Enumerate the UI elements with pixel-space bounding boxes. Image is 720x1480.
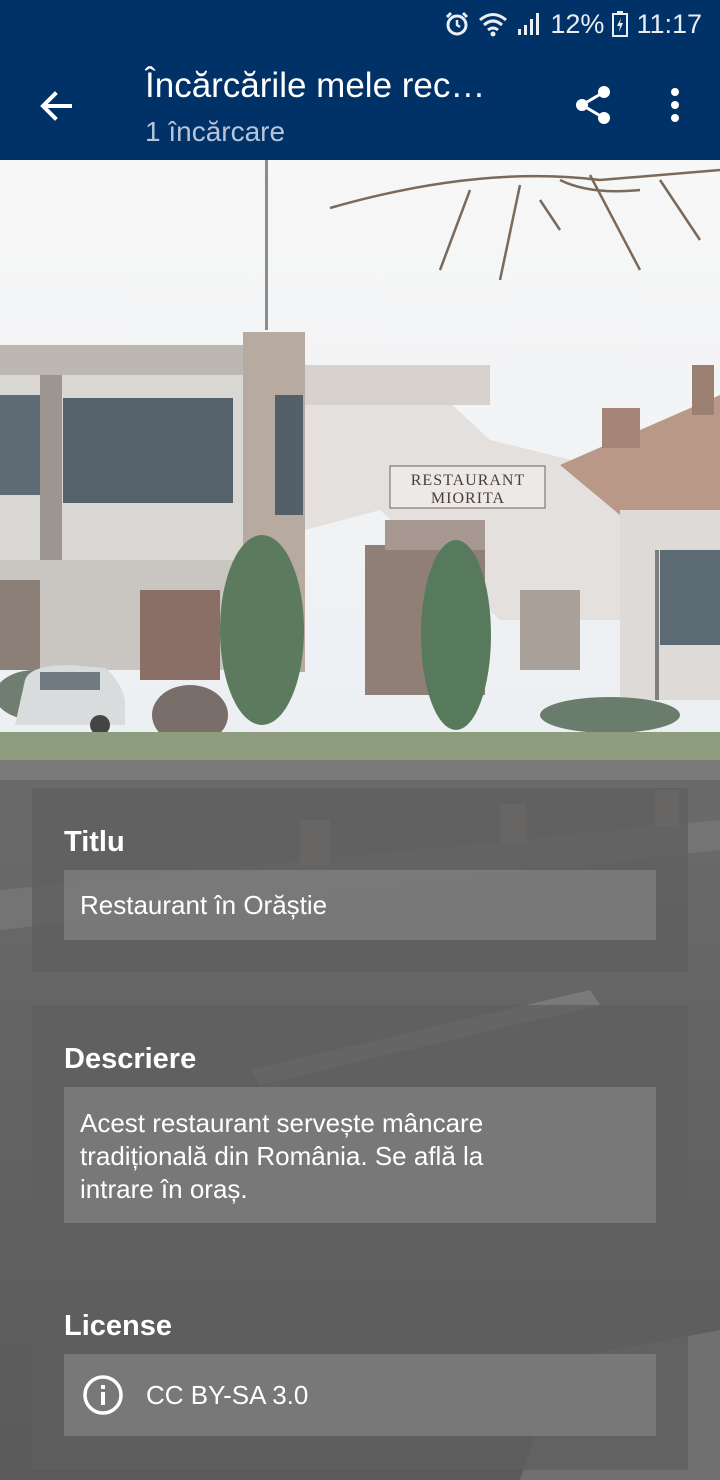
more-vert-icon (671, 88, 679, 122)
title-label: Titlu (64, 826, 125, 858)
license-field[interactable]: CC BY-SA 3.0 (64, 1354, 656, 1436)
title-value: Restaurant în Orăștie (80, 890, 328, 920)
description-label: Descriere (64, 1043, 197, 1075)
battery-percent: 12% (550, 8, 605, 39)
back-button[interactable] (28, 78, 84, 134)
page-title: Încărcările mele rec… (145, 66, 486, 105)
description-value: Acest restaurant servește mâncare tradiț… (80, 1108, 484, 1204)
title-field[interactable]: Restaurant în Orăștie (64, 870, 656, 940)
page-subtitle: 1 încărcare (145, 116, 286, 147)
license-label: License (64, 1310, 172, 1342)
wifi-icon (478, 11, 508, 37)
restaurant-sign-line2: MIORITA (431, 490, 505, 507)
alarm-icon (444, 11, 470, 37)
title-card: Titlu Restaurant în Orăștie (32, 788, 688, 972)
share-icon (576, 86, 610, 124)
back-arrow-icon (40, 91, 72, 121)
battery-charging-icon (612, 11, 629, 37)
info-icon (83, 1375, 123, 1415)
app-bar: Încărcările mele rec… 1 încărcare (0, 48, 720, 160)
signal-icon (516, 11, 542, 37)
restaurant-sign-line1: RESTAURANT (411, 472, 526, 489)
description-card: Descriere Acest restaurant servește mânc… (32, 1005, 688, 1255)
license-card: License CC BY-SA 3.0 (32, 1272, 688, 1470)
description-field[interactable]: Acest restaurant servește mâncare tradiț… (64, 1087, 656, 1223)
status-bar: 12% 11:17 (0, 0, 720, 48)
more-options-button[interactable] (652, 78, 698, 132)
status-time: 11:17 (636, 8, 702, 39)
license-value: CC BY-SA 3.0 (146, 1379, 309, 1410)
share-button[interactable] (566, 78, 620, 132)
